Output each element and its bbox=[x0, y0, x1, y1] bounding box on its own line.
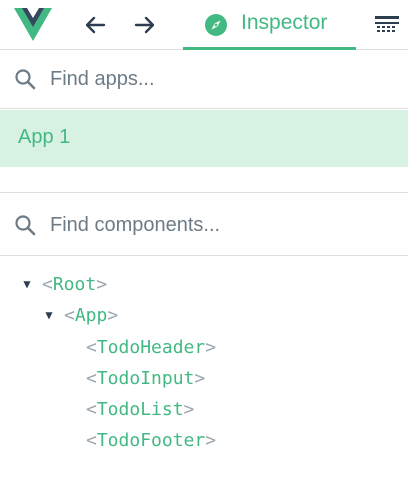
tab-inspector-label: Inspector bbox=[241, 11, 328, 34]
tree-node-label: TodoHeader bbox=[96, 336, 206, 358]
tree-node-label: App bbox=[74, 304, 108, 326]
components-search-bar bbox=[0, 193, 408, 256]
tree-node-root[interactable]: ▼ < Root > bbox=[20, 270, 107, 298]
section-divider bbox=[0, 167, 408, 193]
tag-open-bracket: < bbox=[64, 304, 75, 326]
tag-close-bracket: > bbox=[96, 273, 108, 295]
tag-open-bracket: < bbox=[42, 273, 53, 295]
app-list-item-label: App 1 bbox=[18, 126, 71, 148]
tree-node-label: TodoList bbox=[96, 398, 184, 420]
tab-inspector[interactable]: Inspector bbox=[183, 0, 356, 50]
tag-close-bracket: > bbox=[205, 336, 217, 358]
vue-logo[interactable] bbox=[14, 8, 52, 42]
tree-node-label: TodoInput bbox=[96, 367, 195, 389]
tree-node-label: Root bbox=[52, 273, 97, 295]
tree-node-todofooter[interactable]: < TodoFooter > bbox=[86, 426, 216, 454]
tag-open-bracket: < bbox=[86, 336, 97, 358]
components-search-input[interactable] bbox=[50, 210, 390, 240]
tree-node-label: TodoFooter bbox=[96, 429, 206, 451]
tag-close-bracket: > bbox=[107, 304, 119, 326]
tree-node-app[interactable]: ▼ < App > bbox=[42, 301, 118, 329]
menu-table-icon[interactable] bbox=[374, 14, 400, 36]
compass-icon bbox=[205, 14, 227, 36]
search-icon bbox=[15, 215, 36, 236]
tree-node-todoheader[interactable]: < TodoHeader > bbox=[86, 333, 216, 361]
arrow-left-icon[interactable] bbox=[80, 11, 110, 39]
tag-open-bracket: < bbox=[86, 398, 97, 420]
toolbar: Inspector bbox=[0, 0, 408, 50]
expand-arrow-icon[interactable]: ▼ bbox=[20, 277, 34, 291]
tree-node-todolist[interactable]: < TodoList > bbox=[86, 395, 194, 423]
apps-search-input[interactable] bbox=[50, 64, 390, 94]
apps-search-bar bbox=[0, 50, 408, 109]
tag-close-bracket: > bbox=[205, 429, 217, 451]
tag-close-bracket: > bbox=[194, 367, 206, 389]
tag-open-bracket: < bbox=[86, 429, 97, 451]
app-list-item[interactable]: App 1 bbox=[0, 110, 408, 167]
expand-arrow-icon[interactable]: ▼ bbox=[42, 308, 56, 322]
tag-open-bracket: < bbox=[86, 367, 97, 389]
tree-node-todoinput[interactable]: < TodoInput > bbox=[86, 364, 205, 392]
search-icon bbox=[15, 69, 36, 90]
tag-close-bracket: > bbox=[183, 398, 195, 420]
arrow-right-icon[interactable] bbox=[130, 11, 160, 39]
